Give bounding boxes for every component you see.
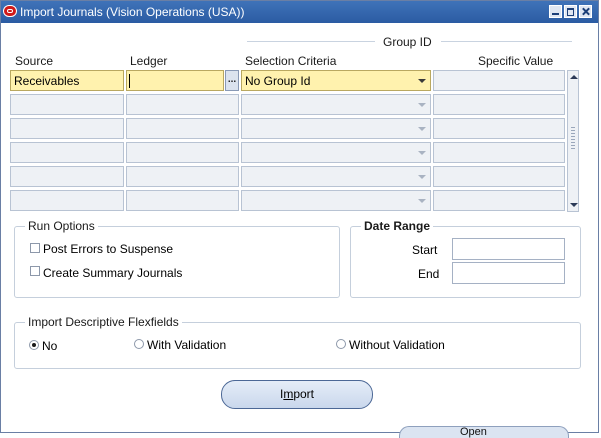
specific-value-field[interactable] — [433, 190, 565, 211]
maximize-icon[interactable] — [564, 5, 577, 18]
source-field[interactable] — [10, 118, 124, 139]
ledger-field[interactable] — [126, 166, 239, 187]
chevron-down-icon — [418, 79, 426, 83]
create-summary-checkbox[interactable] — [30, 266, 40, 276]
selection-criteria-select[interactable]: No Group Id — [241, 70, 431, 91]
flexfields-legend: Import Descriptive Flexfields — [25, 315, 182, 329]
close-icon[interactable] — [579, 5, 592, 18]
run-options-legend: Run Options — [25, 219, 98, 233]
selection-criteria-select[interactable] — [241, 190, 431, 211]
group-divider-right — [441, 41, 572, 42]
header-ledger: Ledger — [130, 54, 168, 68]
selection-criteria-select[interactable] — [241, 118, 431, 139]
flexfields-no-label: No — [42, 339, 58, 353]
selection-criteria-select[interactable] — [241, 94, 431, 115]
group-divider-left — [247, 41, 375, 42]
ledger-lov-button[interactable]: ... — [225, 70, 239, 91]
window-title: Import Journals (Vision Operations (USA)… — [20, 5, 245, 19]
flexfields-group — [14, 322, 581, 369]
start-label: Start — [412, 243, 438, 257]
source-field[interactable] — [10, 142, 124, 163]
chevron-down-icon — [418, 127, 426, 131]
specific-value-field[interactable] — [433, 166, 565, 187]
source-field[interactable]: Receivables — [10, 70, 124, 91]
minimize-icon[interactable] — [549, 5, 562, 18]
source-value: Receivables — [14, 74, 80, 88]
header-specific-value: Specific Value — [478, 54, 554, 68]
post-errors-label: Post Errors to Suspense — [43, 242, 174, 256]
ledger-field[interactable] — [126, 190, 239, 211]
title-bar: Import Journals (Vision Operations (USA)… — [1, 1, 598, 23]
text-cursor — [129, 74, 130, 88]
header-source: Source — [15, 54, 54, 68]
selection-criteria-value: No Group Id — [245, 74, 311, 88]
scroll-down-icon[interactable] — [569, 200, 578, 210]
end-label: End — [418, 267, 440, 281]
selection-criteria-select[interactable] — [241, 166, 431, 187]
source-field[interactable] — [10, 166, 124, 187]
source-field[interactable] — [10, 190, 124, 211]
end-date-field[interactable] — [452, 262, 565, 284]
date-range-legend: Date Range — [361, 219, 434, 233]
run-options-group — [14, 226, 340, 298]
specific-value-field[interactable] — [433, 118, 565, 139]
import-button[interactable]: Import — [221, 380, 373, 409]
specific-value-field[interactable] — [433, 94, 565, 115]
header-group-id: Group ID — [383, 35, 432, 49]
ledger-field[interactable] — [126, 70, 224, 91]
ledger-field[interactable] — [126, 118, 239, 139]
flexfields-no-radio[interactable] — [29, 340, 39, 350]
chevron-down-icon — [418, 199, 426, 203]
oracle-logo-icon — [3, 5, 17, 17]
chevron-down-icon — [418, 175, 426, 179]
flexfields-with-validation-radio[interactable] — [134, 339, 144, 349]
selection-criteria-select[interactable] — [241, 142, 431, 163]
flexfields-without-validation-radio[interactable] — [336, 339, 346, 349]
scroll-grip[interactable] — [571, 127, 575, 151]
source-field[interactable] — [10, 94, 124, 115]
chevron-down-icon — [418, 103, 426, 107]
start-date-field[interactable] — [452, 238, 565, 260]
flexfields-without-validation-label: Without Validation — [349, 338, 445, 352]
specific-value-field[interactable] — [433, 70, 565, 91]
create-summary-label: Create Summary Journals — [43, 266, 183, 280]
header-selection-criteria: Selection Criteria — [245, 54, 337, 68]
post-errors-checkbox[interactable] — [30, 243, 40, 253]
specific-value-field[interactable] — [433, 142, 565, 163]
ledger-field[interactable] — [126, 142, 239, 163]
open-button[interactable]: Open — [399, 426, 569, 438]
scroll-up-icon[interactable] — [569, 72, 578, 82]
chevron-down-icon — [418, 151, 426, 155]
rows-scrollbar[interactable] — [567, 70, 579, 212]
ledger-field[interactable] — [126, 94, 239, 115]
flexfields-with-validation-label: With Validation — [147, 338, 227, 352]
